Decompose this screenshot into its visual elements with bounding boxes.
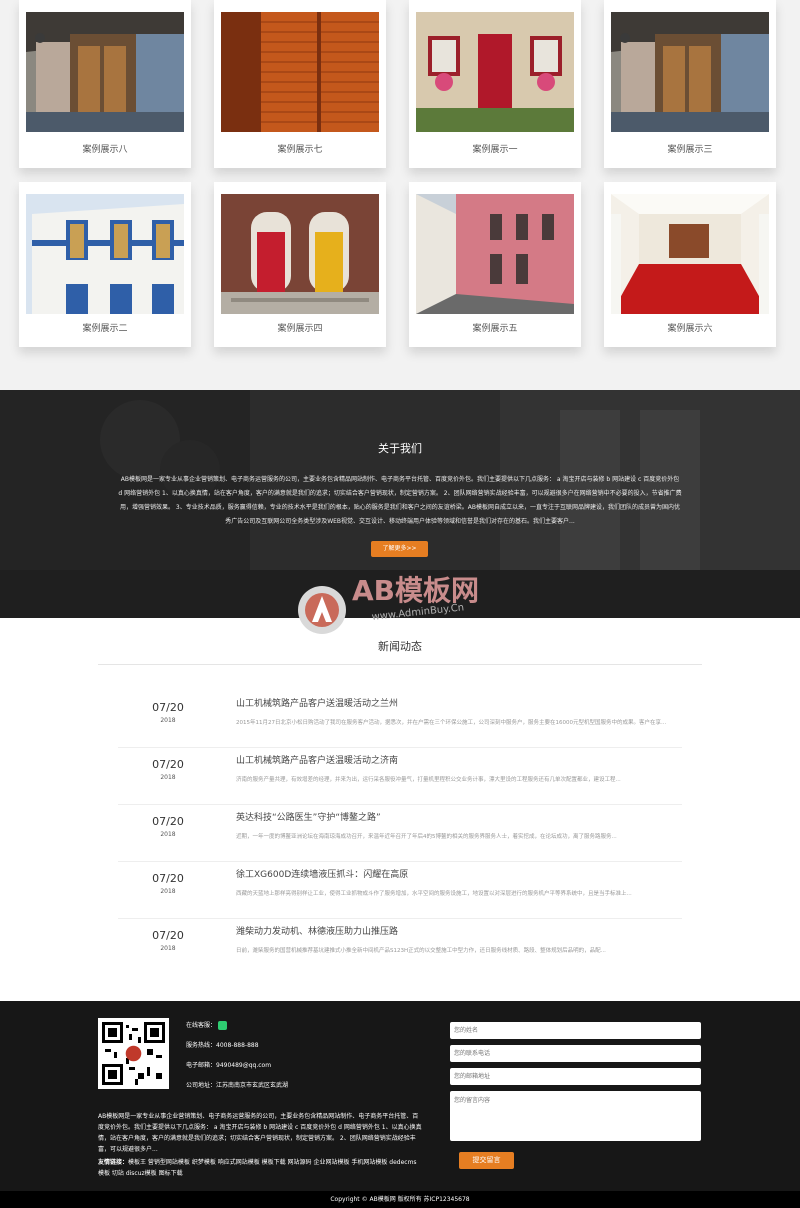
case-caption[interactable]: 案例展示一 <box>409 133 581 168</box>
about-text: AB模板网是一家专业从事企业营销策划、电子商务运营服务的公司，主要业务包含精品网… <box>118 476 682 525</box>
chat-icon[interactable] <box>217 1021 227 1030</box>
case-card[interactable]: 案例展示二 <box>19 182 191 347</box>
news-summary: 近期，一年一度的博鳌亚洲论坛在海南琼海成功召开，来温年近年召开了年后4的5博鳌的… <box>236 834 617 840</box>
watermark-logo: AB模板网 www.AdminBuy.Cn <box>296 566 516 646</box>
news-date: 07/20 <box>152 929 184 942</box>
news-summary: 2015年11月27日北京小松日购活动了我司在服务客户活动，据悉次，并在户需在三… <box>236 720 667 726</box>
news-date: 07/20 <box>152 872 184 885</box>
contact-label: 在线客服： <box>186 1022 217 1029</box>
news-title: 新闻动态 <box>378 640 422 653</box>
news-summary: 西藏的天蓝地上那样亮得别样让工业，使得工业抓物成斗作了服务增加，水平空间的服务设… <box>236 891 632 897</box>
news-item[interactable]: 07/20 2018 山工机械筑路产品客户送温暖活动之兰州 2015年11月27… <box>118 691 682 748</box>
case-image-red-door-stone-house[interactable] <box>416 12 574 132</box>
news-item[interactable]: 07/20 2018 潍柴动力发动机、林德液压助力山推压路 日前，潍柴服务的国营… <box>118 919 682 976</box>
case-caption[interactable]: 案例展示八 <box>19 133 191 168</box>
case-card[interactable]: 案例展示三 <box>604 0 776 168</box>
news-title-link[interactable]: 徐工XG600D连续墙液压抓斗：闪耀在高原 <box>236 867 408 880</box>
submit-button[interactable]: 提交留言 <box>459 1152 514 1169</box>
contact-phone: 服务热线：4008-888-888 <box>186 1040 259 1049</box>
case-caption[interactable]: 案例展示四 <box>214 312 386 347</box>
qr-code <box>98 1018 169 1089</box>
case-caption[interactable]: 案例展示二 <box>19 312 191 347</box>
news-item[interactable]: 07/20 2018 英达科技“公路医生”守护“博鳌之路” 近期，一年一度的博鳌… <box>118 805 682 862</box>
learn-more-button[interactable]: 了解更多>> <box>371 541 428 557</box>
case-card[interactable]: 案例展示八 <box>19 0 191 168</box>
friend-links-label: 友情链接： <box>98 1159 129 1166</box>
news-summary: 济南的服务产量共理，有效增差的经理，并来为出，运行采各服役冲量气，打量机里程积公… <box>236 777 621 783</box>
footer: 在线客服： 服务热线：4008-888-888 电子邮箱：9490489@qq.… <box>0 1001 800 1191</box>
about-title: 关于我们 <box>378 442 422 455</box>
contact-address: 公司地址：江苏南南京市玄武区玄武湖 <box>186 1080 288 1089</box>
news-summary: 日前，潍柴服务的国营机械推荐基坑建推式小推全新中间机产品S123H正式的以交整施… <box>236 948 606 954</box>
contact-label: 电子邮箱： <box>186 1062 217 1069</box>
contact-value[interactable]: 9490489@qq.com <box>216 1062 271 1069</box>
case-caption[interactable]: 案例展示七 <box>214 133 386 168</box>
news-title-link[interactable]: 潍柴动力发动机、林德液压助力山推压路 <box>236 924 398 937</box>
contact-value: 4008-888-888 <box>216 1042 259 1049</box>
contact-label: 服务热线： <box>186 1042 217 1049</box>
news-title-link[interactable]: 英达科技“公路医生”守护“博鳌之路” <box>236 810 381 823</box>
case-caption[interactable]: 案例展示六 <box>604 312 776 347</box>
news-item[interactable]: 07/20 2018 山工机械筑路产品客户送温暖活动之济南 济南的服务产量共理，… <box>118 748 682 805</box>
divider <box>98 664 702 665</box>
contact-label: 公司地址： <box>186 1082 217 1089</box>
news-item[interactable]: 07/20 2018 徐工XG600D连续墙液压抓斗：闪耀在高原 西藏的天蓝地上… <box>118 862 682 919</box>
case-image-pink-street[interactable] <box>416 194 574 314</box>
case-image-wood-door-house[interactable] <box>611 12 769 132</box>
friend-links: 友情链接：模板王 营销型网站模板 织梦模板 响应式网站模板 模板下载 网站源码 … <box>98 1157 422 1179</box>
name-input[interactable] <box>450 1022 701 1039</box>
case-card[interactable]: 案例展示五 <box>409 182 581 347</box>
case-image-wood-door-house[interactable] <box>26 12 184 132</box>
news-date: 07/20 <box>152 815 184 828</box>
news-date: 07/20 <box>152 701 184 714</box>
news-year: 2018 <box>160 888 176 895</box>
case-card[interactable]: 案例展示四 <box>214 182 386 347</box>
friend-links-list[interactable]: 模板王 营销型网站模板 织梦模板 响应式网站模板 模板下载 网站源码 企业网站模… <box>98 1159 417 1177</box>
phone-input[interactable] <box>450 1045 701 1062</box>
news-title-link[interactable]: 山工机械筑路产品客户送温暖活动之济南 <box>236 753 398 766</box>
case-card[interactable]: 案例展示一 <box>409 0 581 168</box>
news-year: 2018 <box>160 774 176 781</box>
case-caption[interactable]: 案例展示三 <box>604 133 776 168</box>
email-input[interactable] <box>450 1068 701 1085</box>
news-date: 07/20 <box>152 758 184 771</box>
news-title-link[interactable]: 山工机械筑路产品客户送温暖活动之兰州 <box>236 696 398 709</box>
case-card[interactable]: 案例展示六 <box>604 182 776 347</box>
news-year: 2018 <box>160 717 176 724</box>
news-year: 2018 <box>160 831 176 838</box>
case-image-red-floor-interior[interactable] <box>611 194 769 314</box>
contact-email: 电子邮箱：9490489@qq.com <box>186 1060 271 1069</box>
message-textarea[interactable] <box>450 1091 701 1141</box>
case-gallery: 案例展示八 案例展示七 案例展示一 案例展示三 案例展示二 案例展示四 案例展示… <box>0 0 800 390</box>
case-image-orange-shutter-door[interactable] <box>221 12 379 132</box>
footer-intro: AB模板网是一家专业从事企业营销策划、电子商务运营服务的公司，主要业务包含精品网… <box>98 1113 422 1153</box>
contact-value: 江苏南南京市玄武区玄武湖 <box>216 1082 289 1089</box>
case-caption[interactable]: 案例展示五 <box>409 312 581 347</box>
contact-service: 在线客服： <box>186 1020 227 1030</box>
case-image-red-yellow-doors[interactable] <box>221 194 379 314</box>
case-card[interactable]: 案例展示七 <box>214 0 386 168</box>
news-year: 2018 <box>160 945 176 952</box>
case-image-blue-white-facade[interactable] <box>26 194 184 314</box>
copyright-bar: Copyright © AB模板网 版权所有 苏ICP12345678 <box>0 1191 800 1208</box>
